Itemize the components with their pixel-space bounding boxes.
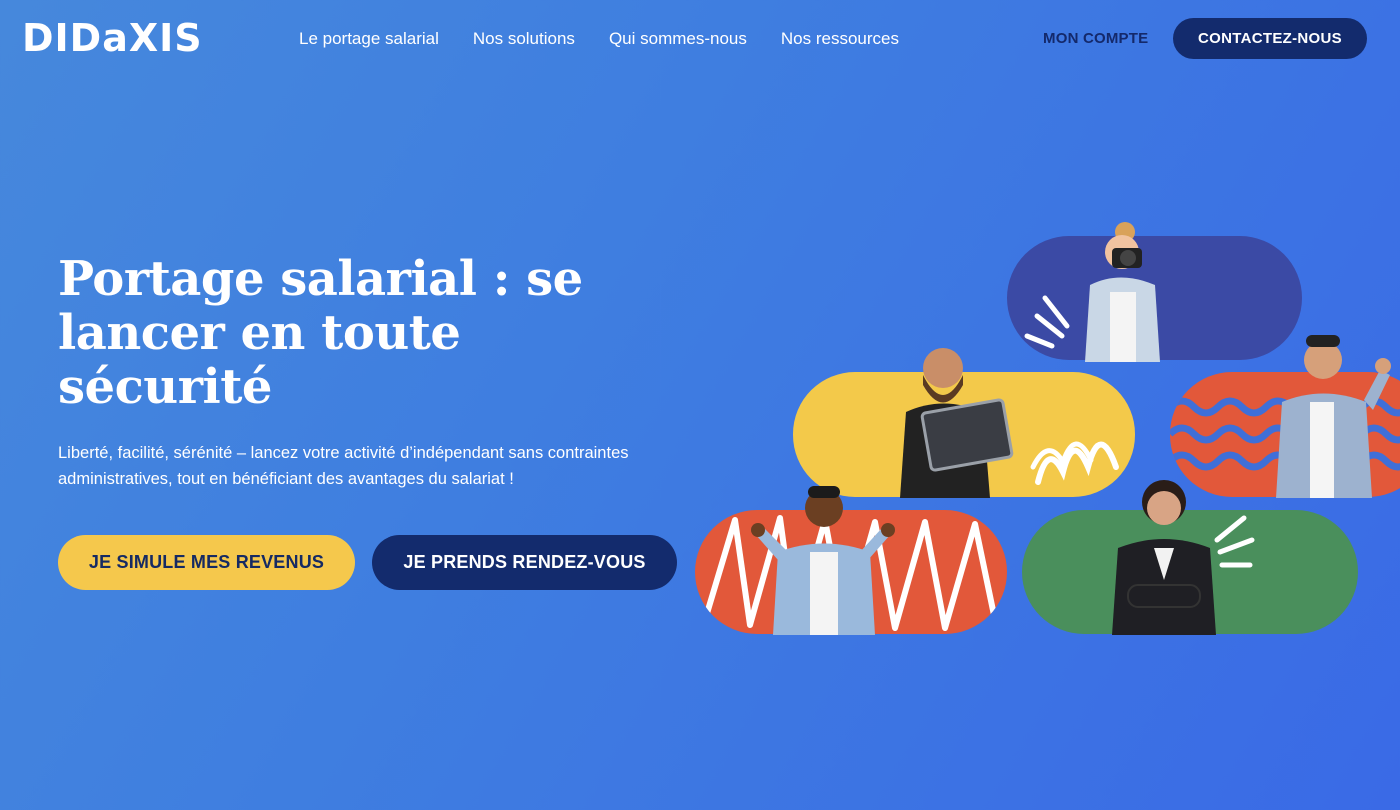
nav-qui-sommes-nous[interactable]: Qui sommes-nous (609, 28, 747, 50)
man-celebrating-image (751, 486, 895, 635)
contact-button[interactable]: CONTACTEZ-NOUS (1173, 18, 1367, 59)
man-blazer-fist-image (1276, 335, 1391, 498)
businesswoman-arms-crossed-image (1112, 480, 1216, 635)
account-link[interactable]: MON COMPTE (1043, 30, 1148, 47)
photographer-woman-image (1085, 222, 1160, 362)
nav-portage-salarial[interactable]: Le portage salarial (299, 28, 439, 50)
nav-nos-ressources[interactable]: Nos ressources (781, 28, 899, 50)
main-nav: Le portage salarial Nos solutions Qui so… (299, 28, 899, 50)
book-appointment-button[interactable]: JE PRENDS RENDEZ-VOUS (372, 535, 677, 590)
hero-subtitle: Liberté, facilité, sérénité – lancez vot… (58, 444, 629, 488)
didaxis-logo[interactable]: DIDaXIS (22, 18, 203, 58)
nav-nos-solutions[interactable]: Nos solutions (473, 28, 575, 50)
simulate-revenue-button[interactable]: JE SIMULE MES REVENUS (58, 535, 355, 590)
bearded-man-laptop-image (900, 348, 1014, 498)
hero-title: Portage salarial : se lancer en toute sé… (58, 251, 583, 415)
